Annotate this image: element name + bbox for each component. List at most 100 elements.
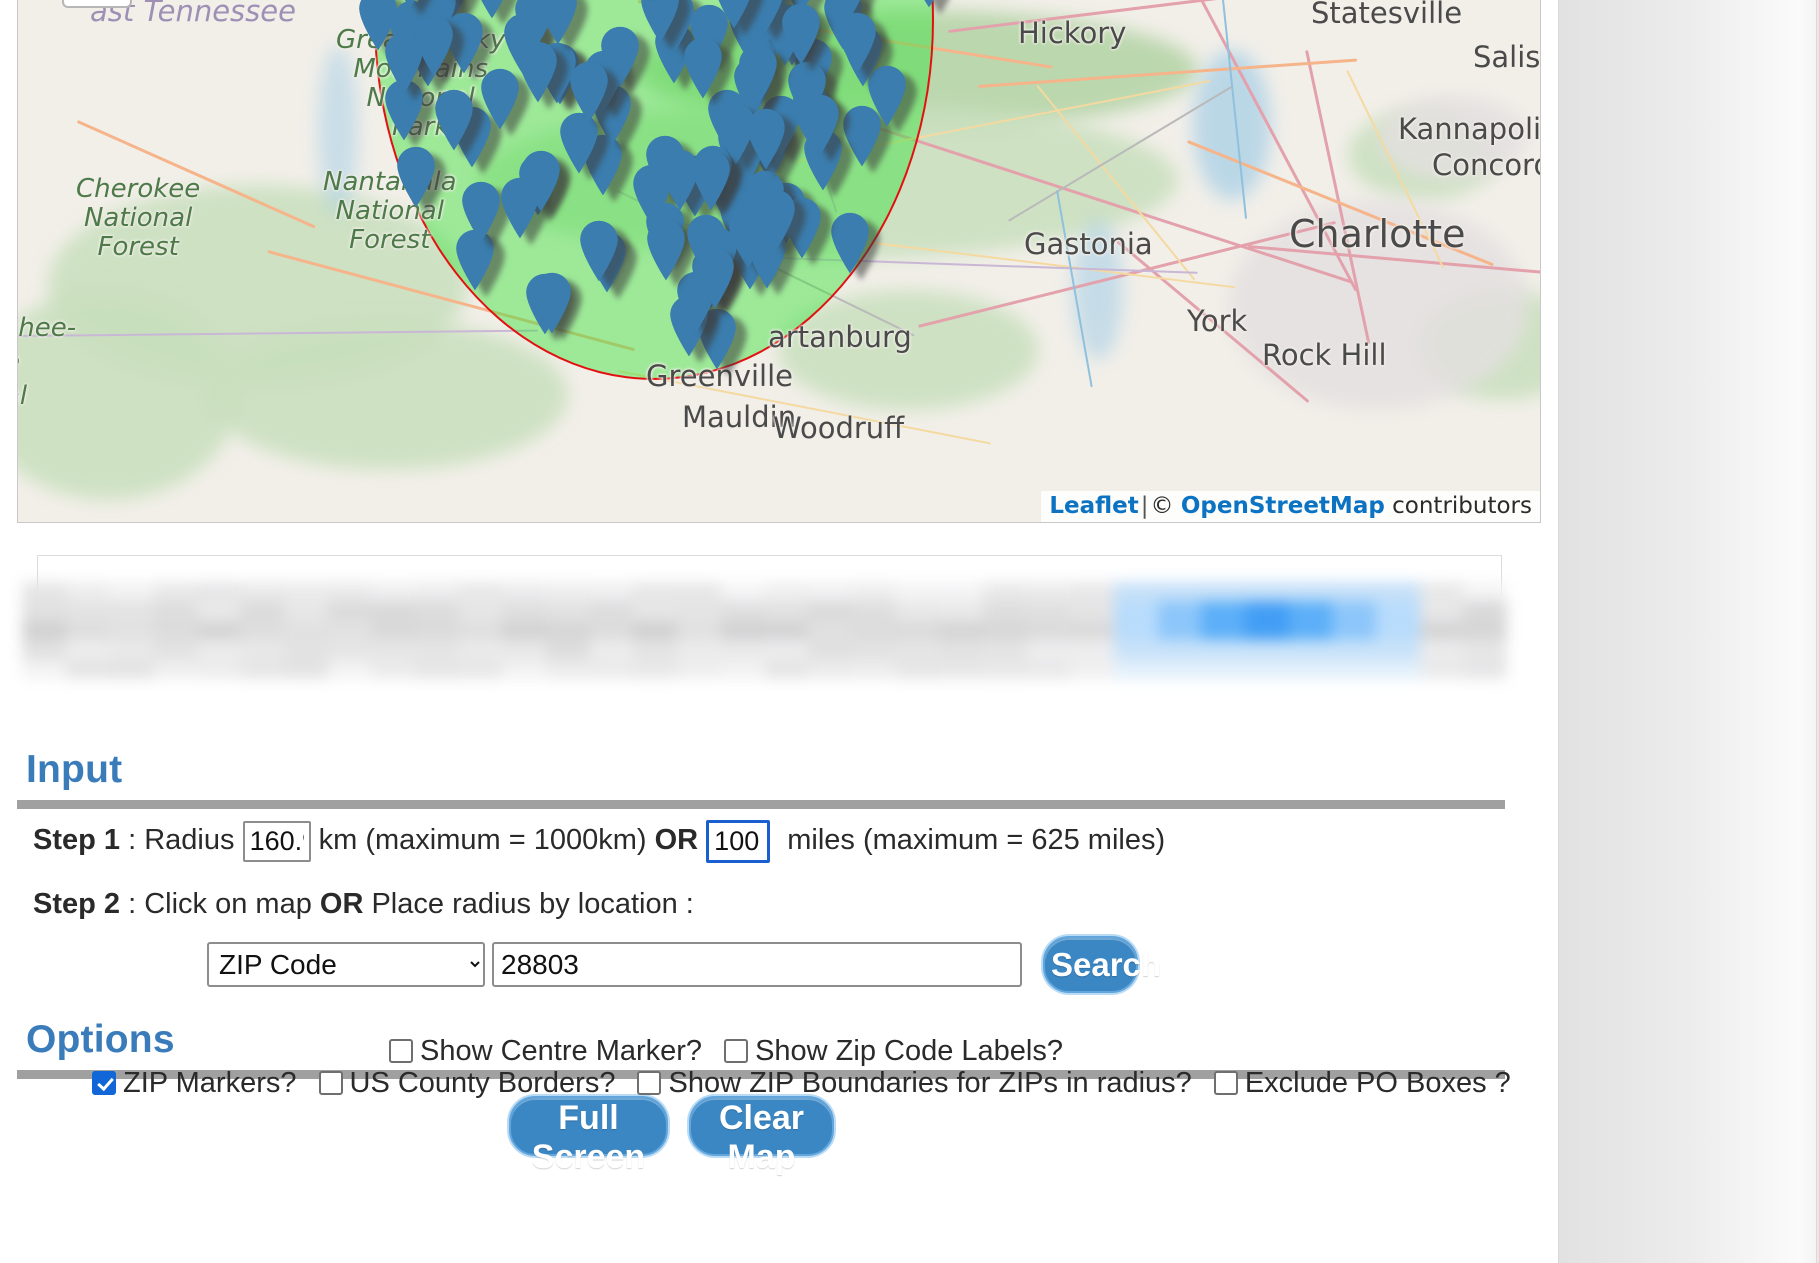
redacted-pixel-cell	[1375, 659, 1421, 679]
redacted-pixel-cell	[1375, 601, 1421, 622]
redacted-pixel-cell	[895, 659, 941, 679]
zip-marker-pin[interactable]	[797, 93, 843, 157]
redacted-pixel-cell	[1201, 601, 1246, 622]
redacted-pixel-cell	[240, 601, 286, 622]
checkbox-item[interactable]: Show Zip Code Labels?	[724, 1035, 1063, 1068]
zip-marker-pin[interactable]	[834, 11, 880, 75]
redacted-pixel-cell	[764, 620, 810, 642]
zip-marker-pin[interactable]	[692, 246, 738, 310]
checkbox-item[interactable]: US County Borders?	[318, 1067, 615, 1100]
zip-marker-pin[interactable]	[753, 188, 799, 252]
zip-marker-pin[interactable]	[529, 271, 575, 335]
zip-marker-pin[interactable]	[387, 0, 433, 10]
zip-marker-pin[interactable]	[906, 0, 952, 9]
redacted-pixel-cell	[1463, 620, 1507, 642]
redacted-pixel-cell	[1070, 601, 1115, 622]
redacted-pixel-cell	[895, 601, 941, 622]
redacted-pixel-cell	[1463, 659, 1507, 679]
step1-miles-suffix: miles (maximum = 625 miles)	[787, 824, 1166, 857]
leaflet-map[interactable]: ast TennesseeGreat SmokyMountainsNationa…	[17, 0, 1541, 523]
radius-miles-input[interactable]	[706, 820, 771, 863]
redacted-pixel-cell	[1070, 640, 1115, 661]
zip-marker-pin[interactable]	[688, 148, 734, 212]
redacted-pixel-cell	[1026, 582, 1072, 603]
zip-marker-pin[interactable]	[515, 40, 561, 104]
zip-marker-pin[interactable]	[711, 0, 757, 30]
redacted-pixel-cell	[458, 620, 504, 642]
redacted-pixel-cell	[371, 659, 417, 679]
redacted-pixel-cell	[22, 601, 67, 622]
zip-marker-pin[interactable]	[411, 14, 457, 78]
layer-select[interactable]	[62, 0, 132, 8]
zip-marker-pin[interactable]	[431, 88, 477, 152]
attrib-contributors: contributors	[1392, 493, 1532, 519]
redacted-pixel-cell	[327, 659, 373, 679]
zip-marker-pin[interactable]	[743, 107, 789, 171]
redacted-pixel-cell	[851, 620, 897, 642]
redacted-pixel-cell	[109, 659, 155, 679]
redacted-pixel-cell	[284, 620, 329, 642]
map-canvas[interactable]: ast TennesseeGreat SmokyMountainsNationa…	[18, 0, 1540, 522]
map-place-label: Cherokee National Forest	[76, 174, 201, 263]
redacted-pixel-cell	[1157, 620, 1203, 642]
option-row2-checkbox-2[interactable]	[637, 1071, 662, 1095]
option-row2-checkbox-3[interactable]	[1213, 1071, 1238, 1095]
zip-marker-pin[interactable]	[393, 145, 439, 209]
terrain-blob	[208, 320, 568, 470]
map-place-label: Rock Hill	[1262, 338, 1387, 372]
zip-marker-pin[interactable]	[735, 43, 781, 107]
redacted-pixel-cell	[65, 601, 111, 622]
option-row1-checkbox-0[interactable]	[389, 1039, 413, 1063]
location-value-input[interactable]	[492, 942, 1022, 987]
checkbox-item[interactable]: Exclude PO Boxes ?	[1213, 1067, 1511, 1100]
zip-marker-pin[interactable]	[778, 2, 824, 66]
redacted-pixel-cell	[1070, 582, 1115, 603]
redacted-pixel-cell	[633, 640, 679, 661]
radius-km-input[interactable]	[242, 821, 311, 862]
checkbox-item[interactable]: Show ZIP Boundaries for ZIPs in radius?	[637, 1067, 1192, 1100]
option-row1-checkbox-1[interactable]	[724, 1039, 749, 1063]
redacted-pixel-cell	[1244, 659, 1290, 679]
option-row2-checkbox-0[interactable]	[92, 1071, 116, 1095]
redacted-pixel-cell	[633, 659, 679, 679]
step2-or: OR	[319, 888, 364, 920]
checkbox-item[interactable]: Show Centre Marker?	[389, 1035, 702, 1068]
zip-marker-pin[interactable]	[535, 0, 581, 46]
option-row2-checkbox-1[interactable]	[318, 1071, 343, 1095]
clear-map-button[interactable]: Clear Map	[689, 1096, 834, 1176]
redacted-pixel-cell	[284, 659, 329, 679]
redacted-pixel-cell	[371, 582, 417, 603]
zip-marker-pin[interactable]	[428, 0, 474, 2]
redacted-pixel-cell	[1419, 620, 1465, 642]
zip-marker-pin[interactable]	[680, 36, 726, 100]
redacted-pixel-cell	[1332, 582, 1377, 603]
checkbox-item[interactable]: ZIP Markers?	[92, 1067, 297, 1100]
redacted-pixel-cell	[153, 582, 198, 603]
redacted-pixel-cell	[851, 640, 897, 661]
redacted-pixel-cell	[109, 640, 155, 661]
redacted-pixel-cell	[327, 620, 373, 642]
redacted-pixel-cell	[895, 640, 941, 661]
openstreetmap-link[interactable]: OpenStreetMap	[1181, 493, 1385, 519]
redacted-pixel-cell	[1375, 640, 1421, 661]
redacted-pixel-cell	[502, 601, 548, 622]
redacted-pixel-cell	[22, 620, 67, 642]
redacted-pixel-cell	[720, 640, 766, 661]
zip-marker-pin[interactable]	[827, 211, 873, 275]
step1-row: Step 1 : Radius km (maximum = 1000km) OR…	[33, 820, 1165, 863]
checkbox-label: Exclude PO Boxes ?	[1244, 1067, 1511, 1099]
zip-marker-pin[interactable]	[566, 60, 612, 124]
full-screen-button[interactable]: Full Screen	[509, 1096, 668, 1176]
map-place-label: Kannapolis	[1398, 112, 1540, 146]
redacted-pixel-cell	[1157, 659, 1203, 679]
zip-marker-pin[interactable]	[637, 0, 683, 44]
search-button[interactable]: Search	[1043, 936, 1161, 993]
location-type-select[interactable]: ZIP CodeCityCountyStateAddressLat/Lng	[207, 942, 485, 987]
zip-marker-pin[interactable]	[518, 149, 564, 213]
leaflet-link[interactable]: Leaflet	[1049, 493, 1138, 519]
zip-marker-pin[interactable]	[576, 219, 622, 283]
checkbox-label: ZIP Markers?	[123, 1067, 297, 1099]
redacted-pixel-cell	[502, 582, 548, 603]
redacted-pixel-cell	[196, 601, 242, 622]
redacted-pixel-cell	[1026, 601, 1072, 622]
